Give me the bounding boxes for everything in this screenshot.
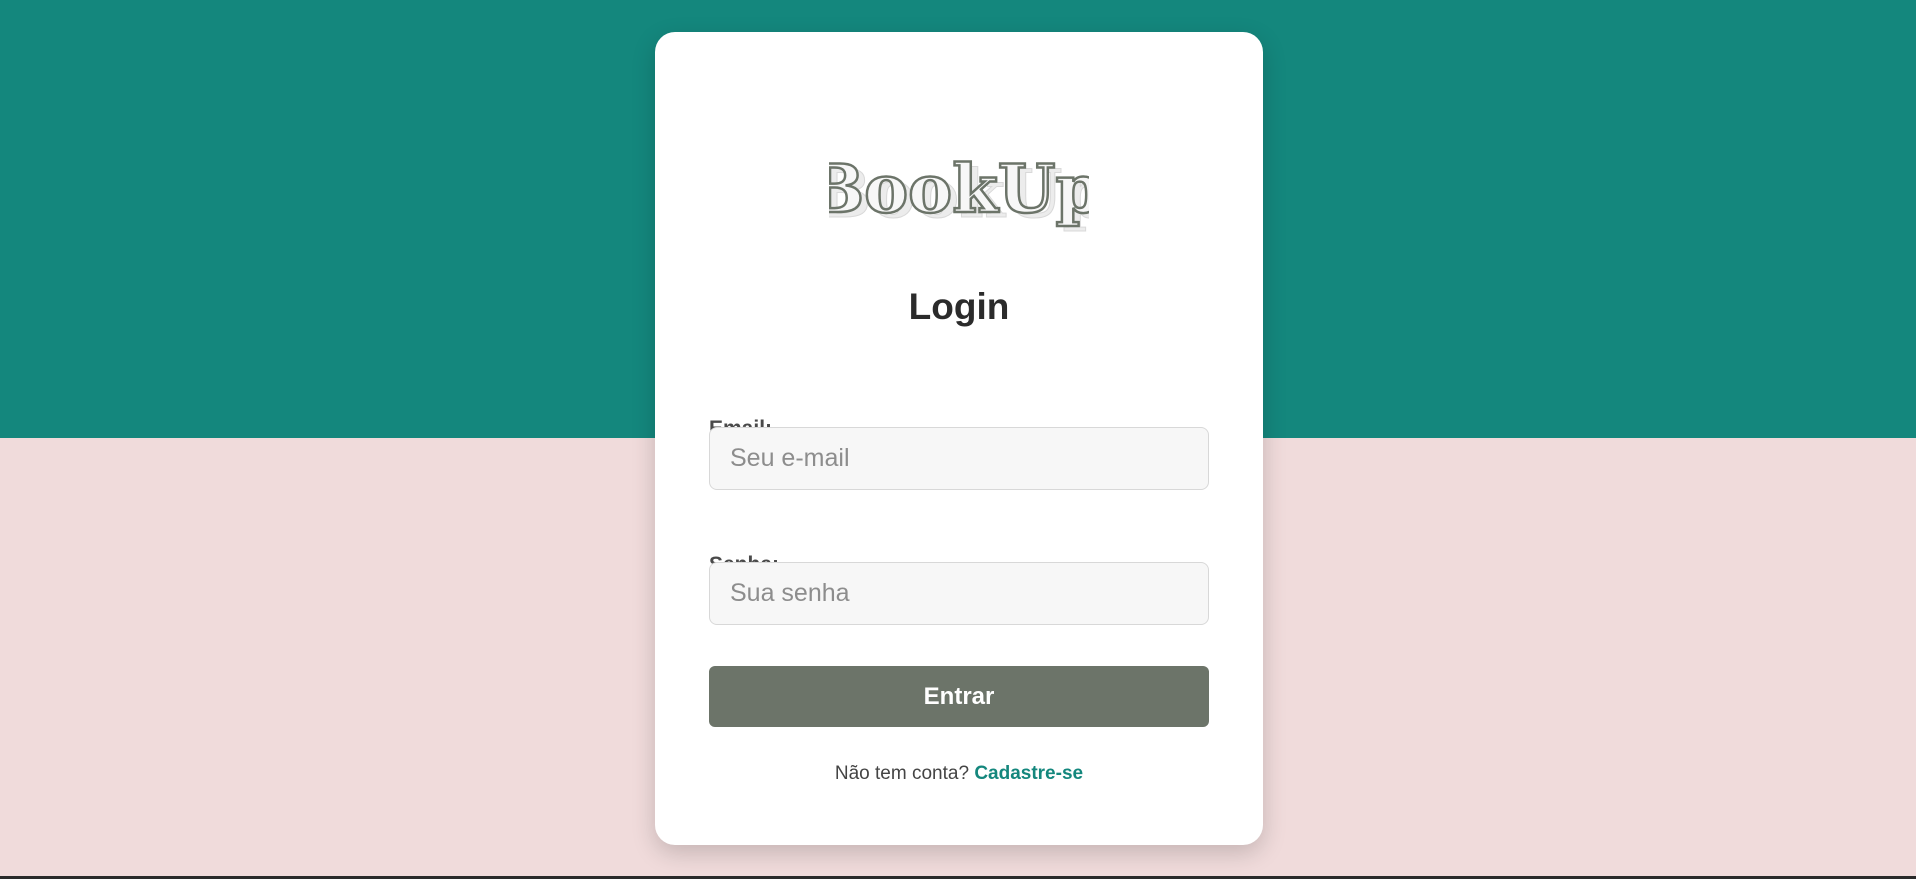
email-field[interactable] <box>709 427 1209 490</box>
login-button[interactable]: Entrar <box>709 666 1209 727</box>
logo-mark: BookUp BookUp <box>829 149 1089 234</box>
page-title: Login <box>908 286 1010 327</box>
signup-prompt: Não tem conta? Cadastre-se <box>655 763 1263 785</box>
password-field[interactable] <box>709 562 1209 625</box>
signup-link[interactable]: Cadastre-se <box>974 763 1083 784</box>
login-card: BookUp BookUp Login Email: Senha: Entrar… <box>655 32 1263 845</box>
signup-prompt-text: Não tem conta? <box>834 763 970 784</box>
logo-text: BookUp <box>829 150 1089 228</box>
bookup-logo: BookUp BookUp <box>655 144 1263 244</box>
